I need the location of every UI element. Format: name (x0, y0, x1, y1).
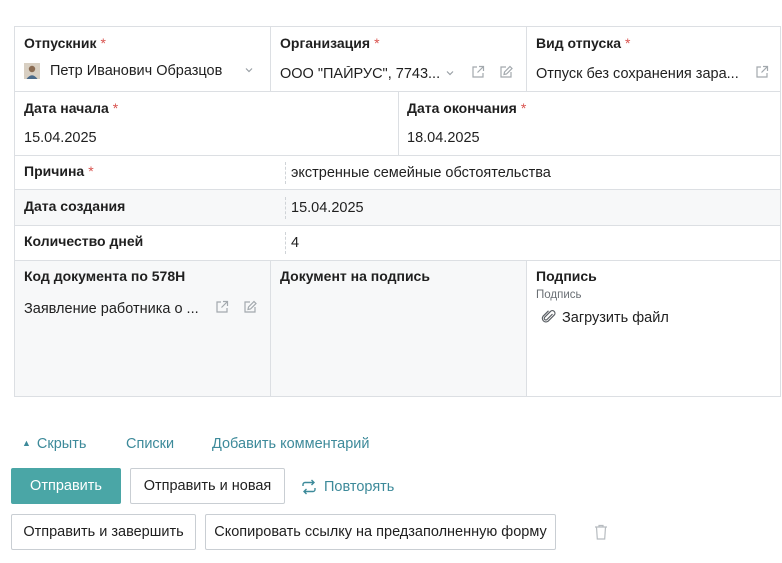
repeat-button[interactable]: Повторять (300, 478, 394, 496)
doc-code-label: Код документа по 578Н (24, 268, 186, 284)
field-divider (285, 162, 287, 184)
triangle-up-icon: ▲ (22, 438, 31, 448)
edit-icon[interactable] (242, 299, 258, 315)
paperclip-icon[interactable] (541, 309, 557, 325)
request-form: Отпускник * Петр Иванович Образцов Органи… (14, 26, 781, 397)
col-divider (526, 27, 527, 91)
created-date-value: 15.04.2025 (291, 200, 364, 216)
hide-toggle[interactable]: ▲ Скрыть (22, 436, 86, 452)
signature-label: Подпись (536, 268, 597, 284)
end-date-value[interactable]: 18.04.2025 (407, 130, 480, 146)
lists-link[interactable]: Списки (126, 436, 174, 452)
edit-icon[interactable] (498, 64, 514, 80)
chevron-down-icon[interactable] (445, 68, 455, 78)
col-divider (270, 27, 271, 91)
signature-sublabel: Подпись (536, 289, 582, 301)
employee-label: Отпускник * (24, 35, 106, 51)
created-date-label: Дата создания (24, 198, 126, 214)
row-divider (15, 225, 780, 226)
reason-value[interactable]: экстренные семейные обстоятельства (291, 165, 551, 181)
start-date-value[interactable]: 15.04.2025 (24, 130, 97, 146)
copy-prefilled-link-button[interactable]: Скопировать ссылку на предзаполненную фо… (205, 514, 556, 550)
add-comment-link[interactable]: Добавить комментарий (212, 436, 370, 452)
field-divider (285, 232, 287, 254)
upload-file-link[interactable]: Загрузить файл (562, 310, 669, 326)
avatar (24, 63, 40, 79)
start-date-label: Дата начала * (24, 100, 119, 116)
created-date-row-bg (15, 190, 780, 225)
doc-code-value[interactable]: Заявление работника о ... (24, 301, 204, 317)
external-link-icon[interactable] (470, 64, 486, 80)
organization-value[interactable]: ООО "ПАЙРУС", 7743... (280, 66, 442, 82)
employee-value[interactable]: Петр Иванович Образцов (50, 63, 230, 79)
doc-to-sign-label: Документ на подпись (280, 268, 430, 284)
trash-icon[interactable] (593, 523, 609, 541)
col-divider (398, 91, 399, 155)
organization-label: Организация * (280, 35, 380, 51)
external-link-icon[interactable] (754, 64, 770, 80)
end-date-label: Дата окончания * (407, 100, 527, 116)
send-button[interactable]: Отправить (11, 468, 121, 504)
repeat-icon (300, 478, 318, 496)
row-divider (15, 155, 780, 156)
leave-type-label: Вид отпуска * (536, 35, 631, 51)
col-divider (526, 260, 527, 397)
days-count-label: Количество дней (24, 233, 144, 249)
reason-label: Причина * (24, 163, 94, 179)
field-divider (285, 197, 287, 219)
send-and-finish-button[interactable]: Отправить и завершить (11, 514, 196, 550)
leave-type-value[interactable]: Отпуск без сохранения зара... (536, 66, 751, 82)
external-link-icon[interactable] (214, 299, 230, 315)
chevron-down-icon[interactable] (244, 65, 254, 75)
send-and-new-button[interactable]: Отправить и новая (130, 468, 285, 504)
days-count-value: 4 (291, 235, 300, 251)
